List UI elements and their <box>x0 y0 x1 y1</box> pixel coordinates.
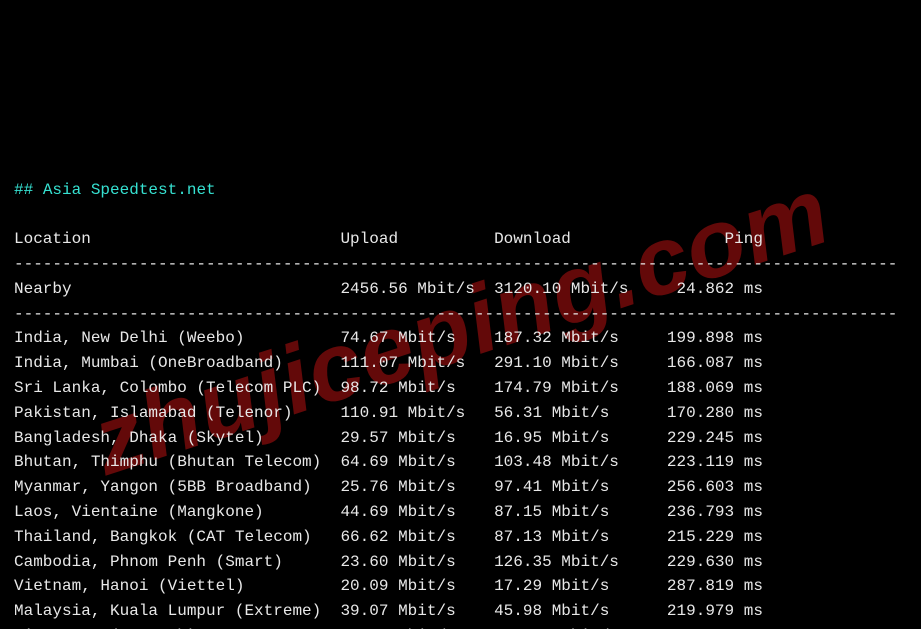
title-prefix: ## <box>14 181 43 199</box>
divider: ----------------------------------------… <box>14 255 897 273</box>
section-title: ## Asia Speedtest.net <box>14 181 216 199</box>
nearby-row: Nearby 2456.56 Mbit/s 3120.10 Mbit/s 24.… <box>14 280 763 298</box>
speedtest-rows: India, New Delhi (Weebo) 74.67 Mbit/s 18… <box>14 329 763 629</box>
column-headers: Location Upload Download Ping <box>14 230 763 248</box>
terminal-output: ## Asia Speedtest.net Location Upload Do… <box>0 174 921 629</box>
title-text: Asia Speedtest.net <box>43 181 216 199</box>
divider: ----------------------------------------… <box>14 305 897 323</box>
